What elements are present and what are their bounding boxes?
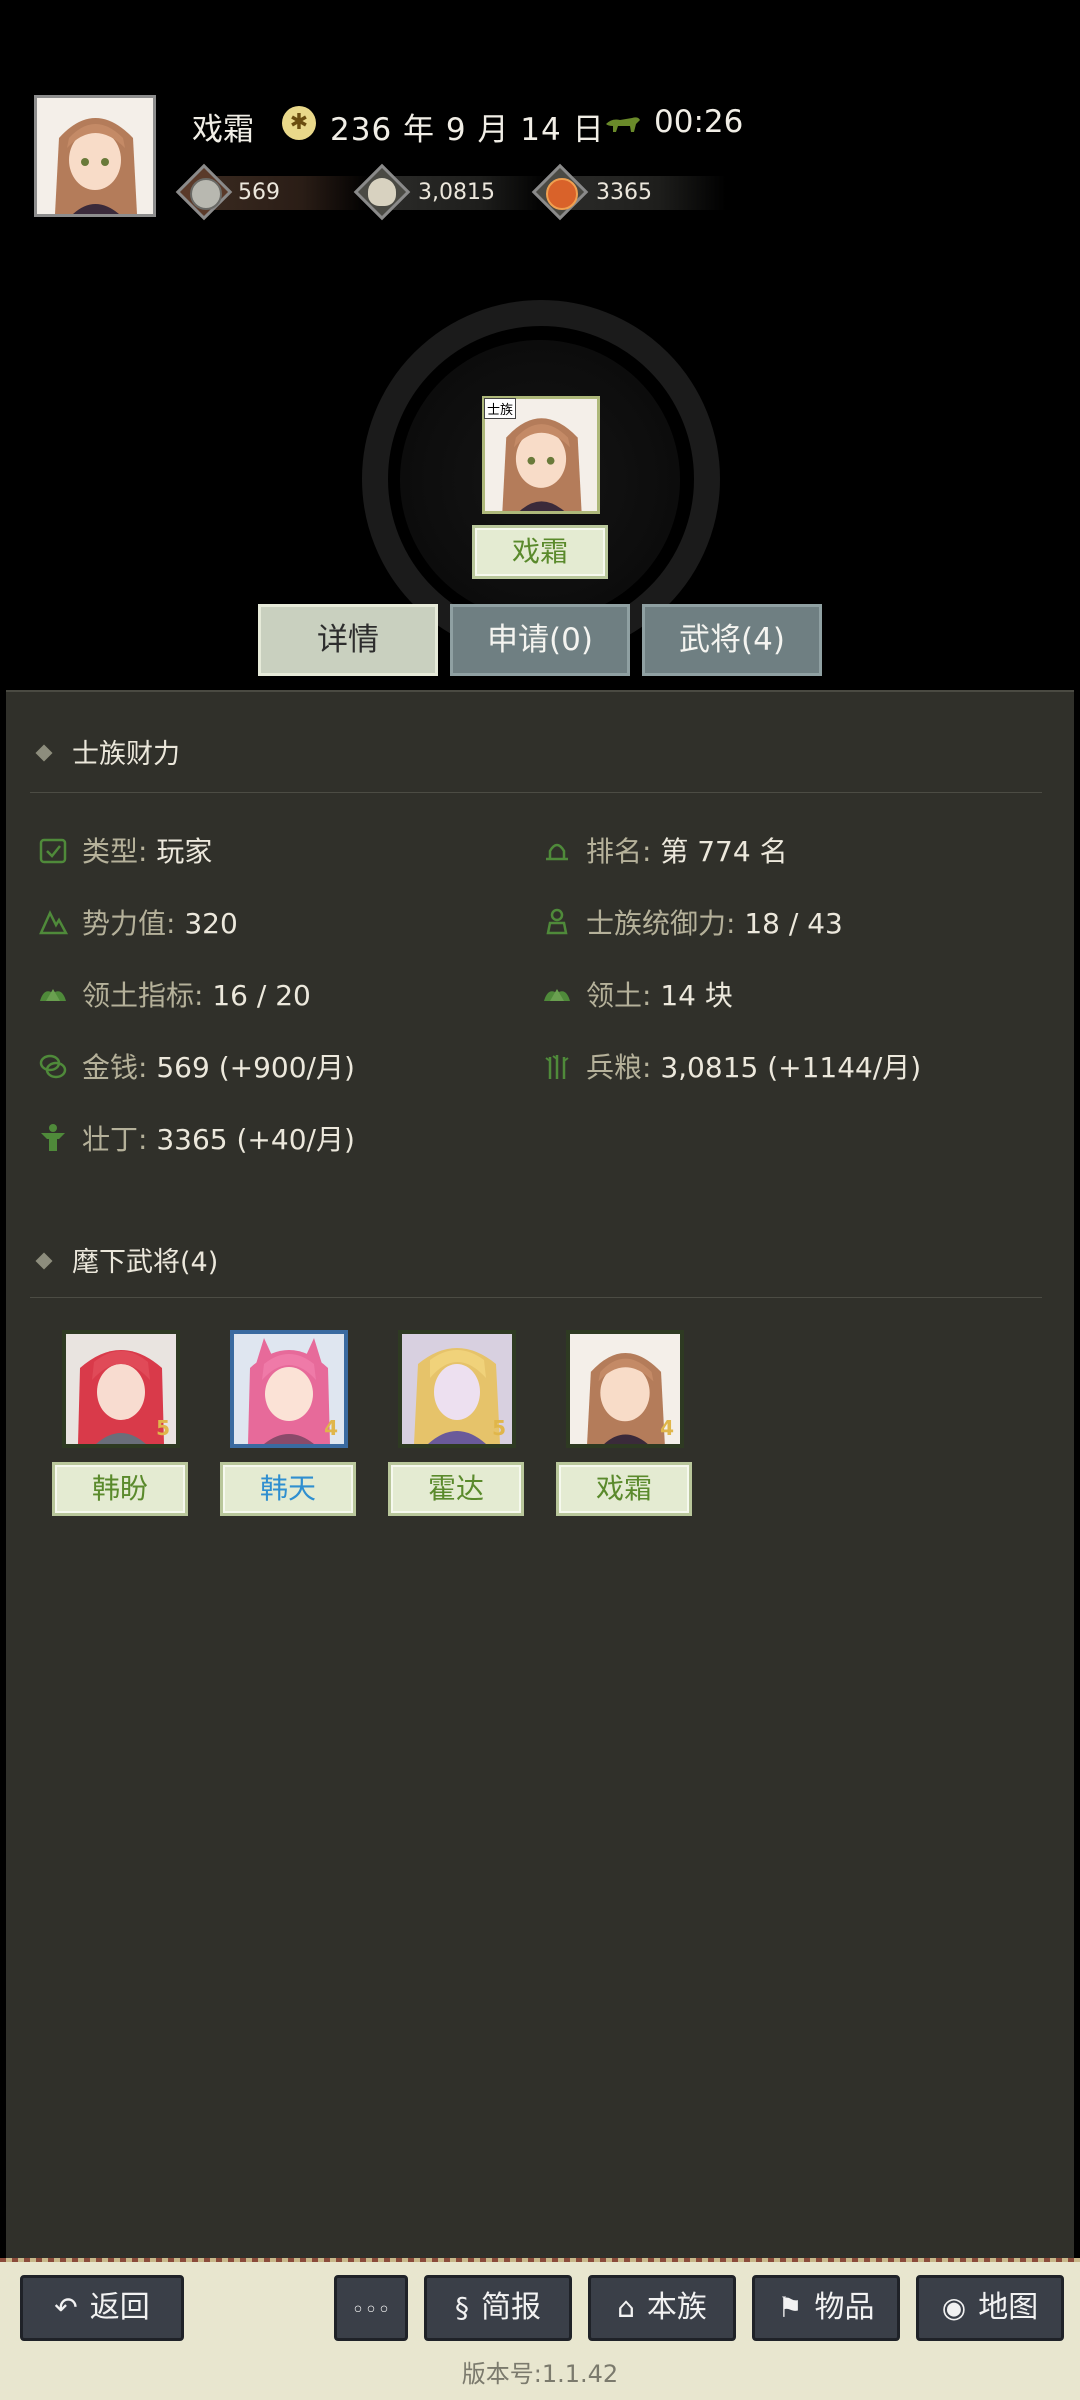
diamond-bullet-icon xyxy=(35,744,53,761)
back-button[interactable]: ↶ 返回 xyxy=(20,2275,184,2341)
clan-icon: ⌂ xyxy=(617,2291,635,2324)
horse-icon xyxy=(606,117,640,132)
briefing-button[interactable]: § 简报 xyxy=(424,2275,572,2341)
resource-grain-value: 3,0815 xyxy=(418,180,495,205)
divider xyxy=(30,1297,1042,1298)
stat-territory-quota: 领土指标: 16 / 20 xyxy=(38,974,311,1014)
calendar-icon: ✱ xyxy=(282,106,316,140)
general-name: 韩天 xyxy=(220,1462,356,1516)
resource-manpower[interactable]: 3365 xyxy=(531,163,726,221)
general-portrait[interactable]: 4 xyxy=(566,1330,684,1448)
game-date: 236 年 9 月 14 日 xyxy=(330,112,605,148)
section-wealth-header: 士族财力 xyxy=(35,732,180,771)
general-name: 韩盼 xyxy=(52,1462,188,1516)
section-generals-title: 麾下武将(4) xyxy=(72,1247,219,1278)
general-cost: 5 xyxy=(492,1416,506,1440)
general-cost: 4 xyxy=(324,1416,338,1440)
strongman-icon xyxy=(41,1124,65,1151)
items-button[interactable]: ⚑ 物品 xyxy=(752,2275,900,2341)
general-name: 戏霜 xyxy=(556,1462,692,1516)
general-cost: 5 xyxy=(156,1416,170,1440)
general-cost: 4 xyxy=(660,1416,674,1440)
command-icon xyxy=(546,908,568,935)
version-label: 版本号:1.1.42 xyxy=(461,2360,619,2388)
stat-command: 士族统御力: 18 / 43 xyxy=(542,902,843,942)
stat-rank: 排名: 第 774 名 xyxy=(542,830,788,870)
player-name: 戏霜 xyxy=(192,112,254,148)
tab-applications[interactable]: 申请(0) xyxy=(450,604,630,676)
tab-details[interactable]: 详情 xyxy=(258,604,438,676)
items-icon: ⚑ xyxy=(777,2291,803,2324)
player-avatar[interactable] xyxy=(34,95,156,217)
type-icon xyxy=(39,838,67,864)
stat-territory: 领土: 14 块 xyxy=(542,974,733,1014)
money-icon xyxy=(39,1054,67,1079)
power-icon xyxy=(39,910,68,935)
stat-type: 类型: 玩家 xyxy=(38,830,212,870)
grain-bowl-icon xyxy=(368,178,396,206)
silver-coin-icon xyxy=(190,178,222,210)
territory-icon xyxy=(544,989,570,1001)
top-header: 戏霜 ✱ 236 年 9 月 14 日 00:26 569 3,0815 336… xyxy=(0,0,1080,690)
diamond-bullet-icon xyxy=(35,1252,53,1269)
clan-button[interactable]: ⌂ 本族 xyxy=(588,2275,736,2341)
more-button[interactable]: ◦◦◦ xyxy=(334,2275,408,2341)
clan-name-plate: 戏霜 xyxy=(472,525,608,579)
general-name: 霍达 xyxy=(388,1462,524,1516)
stat-provisions: 兵粮: 3,0815 (+1144/月) xyxy=(542,1046,921,1086)
divider xyxy=(30,792,1042,793)
section-wealth-title: 士族财力 xyxy=(72,739,180,770)
rank-icon xyxy=(546,843,568,861)
provisions-icon xyxy=(545,1055,569,1079)
map-button[interactable]: ◉ 地图 xyxy=(916,2275,1064,2341)
game-time: 00:26 xyxy=(654,104,744,140)
map-icon: ◉ xyxy=(941,2291,967,2324)
back-arrow-icon: ↶ xyxy=(54,2291,78,2324)
manpower-icon xyxy=(546,178,578,210)
stat-money: 金钱: 569 (+900/月) xyxy=(38,1046,355,1086)
stat-strongmen: 壮丁: 3365 (+40/月) xyxy=(38,1118,355,1158)
general-portrait[interactable]: 5 xyxy=(62,1330,180,1448)
tab-generals[interactable]: 武将(4) xyxy=(642,604,822,676)
resource-money[interactable]: 569 xyxy=(175,163,370,221)
resource-money-value: 569 xyxy=(238,180,280,205)
general-portrait[interactable]: 4 xyxy=(230,1330,348,1448)
resource-manpower-value: 3365 xyxy=(596,180,652,205)
more-icon: ◦◦◦ xyxy=(351,2298,391,2323)
section-generals-header: 麾下武将(4) xyxy=(35,1240,219,1279)
scroll-icon: § xyxy=(455,2291,469,2324)
resource-grain[interactable]: 3,0815 xyxy=(353,163,548,221)
stat-power: 势力值: 320 xyxy=(38,902,238,942)
general-portrait[interactable]: 5 xyxy=(398,1330,516,1448)
clan-tag: 士族 xyxy=(484,398,517,419)
territory-quota-icon xyxy=(40,989,66,1001)
